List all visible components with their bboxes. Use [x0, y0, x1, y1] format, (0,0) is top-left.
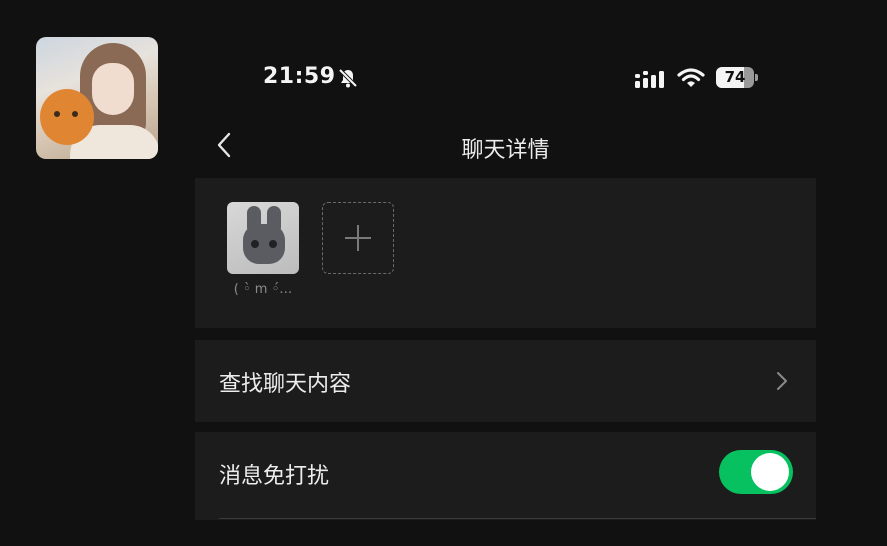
screenshot-canvas: 21:59 74 聊天详情 (◦̀ m ◦́… 查找聊天内容 消息免打扰 [0, 0, 887, 546]
member-name: ( ◦̀ m ◦́… [233, 282, 293, 297]
battery-body: 74 [716, 67, 754, 88]
battery-icon: 74 [716, 67, 758, 88]
page-title: 聊天详情 [461, 138, 550, 163]
search-chat-history-row[interactable]: 查找聊天内容 [195, 340, 816, 422]
battery-tip [755, 74, 758, 81]
cellular-signal-icon [635, 71, 664, 88]
nav-bar: 聊天详情 [195, 124, 816, 170]
member-avatar[interactable] [227, 202, 299, 274]
search-chat-history-label: 查找聊天内容 [219, 372, 352, 397]
wifi-icon [677, 68, 705, 87]
add-member-button[interactable] [322, 202, 394, 274]
row-divider [219, 518, 816, 519]
plush-eye [72, 111, 78, 117]
mute-notifications-toggle[interactable] [719, 450, 793, 494]
toy-eye [251, 240, 259, 248]
profile-photo [36, 37, 158, 159]
mute-notifications-row: 消息免打扰 [195, 432, 816, 520]
status-time: 21:59 [263, 64, 336, 89]
photo-face [92, 63, 134, 115]
battery-level: 74 [724, 68, 746, 86]
plus-icon [345, 225, 371, 251]
status-bar: 21:59 74 [195, 64, 816, 94]
toy-body [243, 224, 285, 264]
photo-plush-toy [40, 89, 94, 145]
bell-slash-icon [338, 68, 358, 88]
toy-eye [269, 240, 277, 248]
toggle-knob [751, 453, 789, 491]
phone-screen: 21:59 74 聊天详情 (◦̀ m ◦́… 查找聊天内容 消息免打扰 [195, 40, 816, 520]
chevron-right-icon [777, 372, 787, 390]
mute-notifications-label: 消息免打扰 [219, 464, 330, 489]
members-card: ( ◦̀ m ◦́… [195, 178, 816, 328]
plush-eye [54, 111, 60, 117]
